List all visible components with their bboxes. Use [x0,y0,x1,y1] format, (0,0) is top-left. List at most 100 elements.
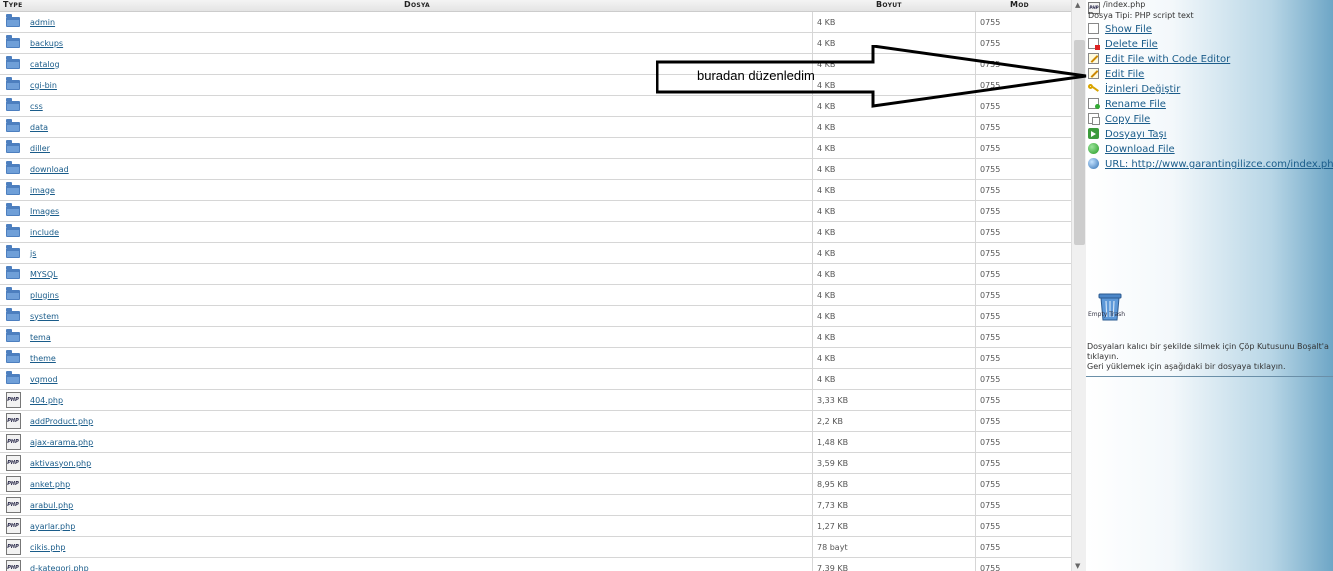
download-file-link[interactable]: Download File [1088,143,1175,157]
show-file-label[interactable]: Show File [1105,24,1152,35]
file-name-link[interactable]: plugins [30,291,59,300]
file-url-link[interactable]: URL: http://www.garantingilizce.com/inde… [1088,158,1333,172]
rename-file-label[interactable]: Rename File [1105,99,1166,110]
delete-file-link[interactable]: Delete File [1088,38,1158,52]
file-name-link[interactable]: anket.php [30,480,70,489]
folder-icon[interactable] [6,350,20,363]
scroll-down-arrow-icon[interactable]: ▼ [1075,562,1080,570]
file-name-link[interactable]: catalog [30,60,60,69]
table-row[interactable]: MYSQL 4 KB 0755 [0,263,1071,285]
table-row[interactable]: system 4 KB 0755 [0,305,1071,327]
file-name-link[interactable]: js [30,249,36,258]
table-row[interactable]: theme 4 KB 0755 [0,347,1071,369]
file-name-link[interactable]: image [30,186,55,195]
column-header-mode[interactable]: Mod [1010,0,1029,11]
file-name-link[interactable]: include [30,228,59,237]
table-row[interactable]: data 4 KB 0755 [0,116,1071,138]
php-file-icon[interactable]: PHP [5,476,21,492]
folder-icon[interactable] [6,140,20,153]
column-header-file[interactable]: Dosya [404,0,430,11]
file-name-link[interactable]: cikis.php [30,543,65,552]
table-row[interactable]: PHP cikis.php 78 bayt 0755 [0,536,1071,558]
file-name-link[interactable]: MYSQL [30,270,58,279]
move-file-link[interactable]: Dosyayı Taşı [1088,128,1167,142]
move-file-label[interactable]: Dosyayı Taşı [1105,129,1167,140]
scroll-up-arrow-icon[interactable]: ▲ [1075,1,1080,9]
download-file-label[interactable]: Download File [1105,144,1175,155]
file-name-link[interactable]: tema [30,333,51,342]
file-name-link[interactable]: cgi-bin [30,81,57,90]
delete-file-label[interactable]: Delete File [1105,39,1158,50]
change-permissions-link[interactable]: İzinleri Değiştir [1088,83,1180,97]
php-file-icon[interactable]: PHP [5,497,21,513]
scroll-thumb[interactable] [1074,40,1085,245]
file-name-link[interactable]: theme [30,354,56,363]
folder-icon[interactable] [6,329,20,342]
table-row[interactable]: backups 4 KB 0755 [0,32,1071,54]
empty-trash-label[interactable]: Empty Trash [1088,311,1125,318]
file-name-link[interactable]: ayarlar.php [30,522,75,531]
file-name-link[interactable]: d-kategori.php [30,564,89,571]
folder-icon[interactable] [6,77,20,90]
table-row[interactable]: js 4 KB 0755 [0,242,1071,264]
file-name-link[interactable]: vqmod [30,375,58,384]
table-row[interactable]: catalog 4 KB 0755 [0,53,1071,75]
table-row[interactable]: plugins 4 KB 0755 [0,284,1071,306]
file-name-link[interactable]: data [30,123,48,132]
folder-icon[interactable] [6,224,20,237]
php-file-icon[interactable]: PHP [5,560,21,571]
file-name-link[interactable]: backups [30,39,63,48]
folder-icon[interactable] [6,245,20,258]
folder-icon[interactable] [6,287,20,300]
php-file-icon[interactable]: PHP [5,392,21,408]
edit-file-label[interactable]: Edit File [1105,69,1144,80]
file-name-link[interactable]: aktivasyon.php [30,459,91,468]
folder-icon[interactable] [6,371,20,384]
copy-file-link[interactable]: Copy File [1088,113,1150,127]
file-name-link[interactable]: ajax-arama.php [30,438,93,447]
folder-icon[interactable] [6,161,20,174]
php-file-icon[interactable]: PHP [5,434,21,450]
table-row[interactable]: PHP anket.php 8,95 KB 0755 [0,473,1071,495]
column-header-size[interactable]: Boyut [876,0,902,11]
table-row[interactable]: PHP d-kategori.php 7,39 KB 0755 [0,557,1071,571]
show-file-link[interactable]: Show File [1088,23,1152,37]
table-row[interactable]: tema 4 KB 0755 [0,326,1071,348]
folder-icon[interactable] [6,98,20,111]
file-name-link[interactable]: Images [30,207,59,216]
table-row[interactable]: css 4 KB 0755 [0,95,1071,117]
table-row[interactable]: PHP 404.php 3,33 KB 0755 [0,389,1071,411]
table-row[interactable]: diller 4 KB 0755 [0,137,1071,159]
table-row[interactable]: PHP addProduct.php 2,2 KB 0755 [0,410,1071,432]
table-row[interactable]: include 4 KB 0755 [0,221,1071,243]
folder-icon[interactable] [6,308,20,321]
php-file-icon[interactable]: PHP [5,455,21,471]
folder-icon[interactable] [6,182,20,195]
change-permissions-label[interactable]: İzinleri Değiştir [1105,84,1180,95]
table-row[interactable]: Images 4 KB 0755 [0,200,1071,222]
file-name-link[interactable]: diller [30,144,50,153]
folder-icon[interactable] [6,14,20,27]
file-name-link[interactable]: arabul.php [30,501,73,510]
table-row[interactable]: PHP ajax-arama.php 1,48 KB 0755 [0,431,1071,453]
table-row[interactable]: cgi-bin 4 KB 0755 [0,74,1071,96]
edit-file-code-editor-link[interactable]: Edit File with Code Editor [1088,53,1230,67]
copy-file-label[interactable]: Copy File [1105,114,1150,125]
table-row[interactable]: PHP arabul.php 7,73 KB 0755 [0,494,1071,516]
folder-icon[interactable] [6,56,20,69]
table-row[interactable]: PHP aktivasyon.php 3,59 KB 0755 [0,452,1071,474]
folder-icon[interactable] [6,203,20,216]
file-name-link[interactable]: css [30,102,43,111]
folder-icon[interactable] [6,35,20,48]
file-name-link[interactable]: system [30,312,59,321]
folder-icon[interactable] [6,119,20,132]
table-row[interactable]: admin 4 KB 0755 [0,12,1071,33]
folder-icon[interactable] [6,266,20,279]
rename-file-link[interactable]: Rename File [1088,98,1166,112]
edit-file-link[interactable]: Edit File [1088,68,1144,82]
table-row[interactable]: vqmod 4 KB 0755 [0,368,1071,390]
column-header-type[interactable]: Type [3,0,23,11]
table-row[interactable]: download 4 KB 0755 [0,158,1071,180]
vertical-scrollbar[interactable]: ▲ ▼ [1071,0,1087,571]
table-row[interactable]: PHP ayarlar.php 1,27 KB 0755 [0,515,1071,537]
